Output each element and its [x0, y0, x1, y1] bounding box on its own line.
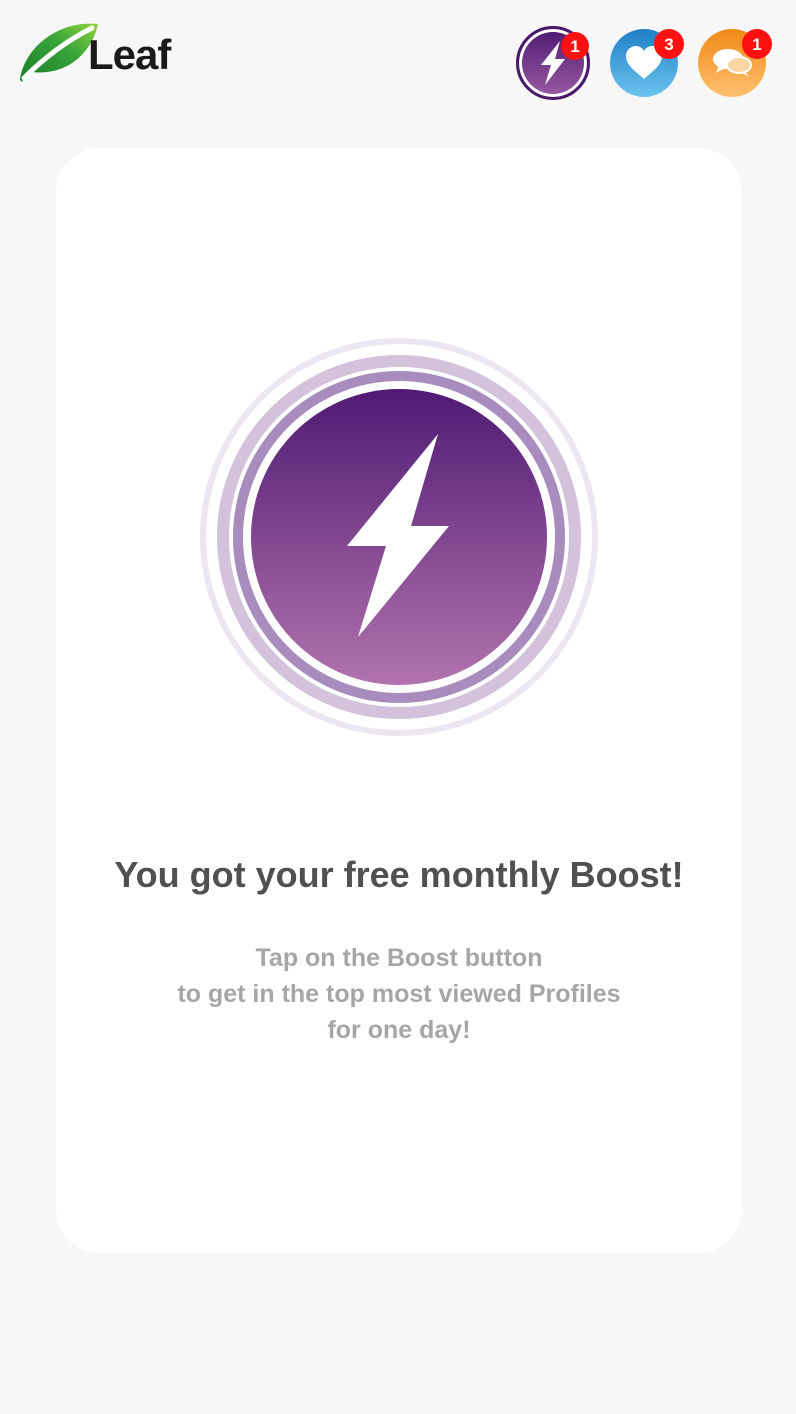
page: Leaf 1 3 1 You got your free monthly Boo…	[0, 0, 796, 1414]
boost-graphic[interactable]	[200, 338, 598, 736]
likes-button[interactable]: 3	[610, 29, 684, 97]
description-line: Tap on the Boost button	[255, 944, 543, 972]
app-logo[interactable]: Leaf	[18, 18, 171, 88]
header-actions: 1 3 1	[516, 26, 772, 100]
boost-card: You got your free monthly Boost! Tap on …	[56, 148, 742, 1253]
messages-badge: 1	[742, 29, 772, 59]
boost-button[interactable]: 1	[516, 26, 590, 100]
description-line: for one day!	[327, 1016, 471, 1044]
likes-badge: 3	[654, 29, 684, 59]
description-line: to get in the top most viewed Profiles	[177, 980, 621, 1008]
boost-badge: 1	[561, 32, 589, 60]
boost-description: Tap on the Boost button to get in the to…	[56, 940, 742, 1048]
logo-text: Leaf	[88, 31, 171, 78]
messages-button[interactable]: 1	[698, 29, 772, 97]
boost-title: You got your free monthly Boost!	[114, 854, 684, 895]
